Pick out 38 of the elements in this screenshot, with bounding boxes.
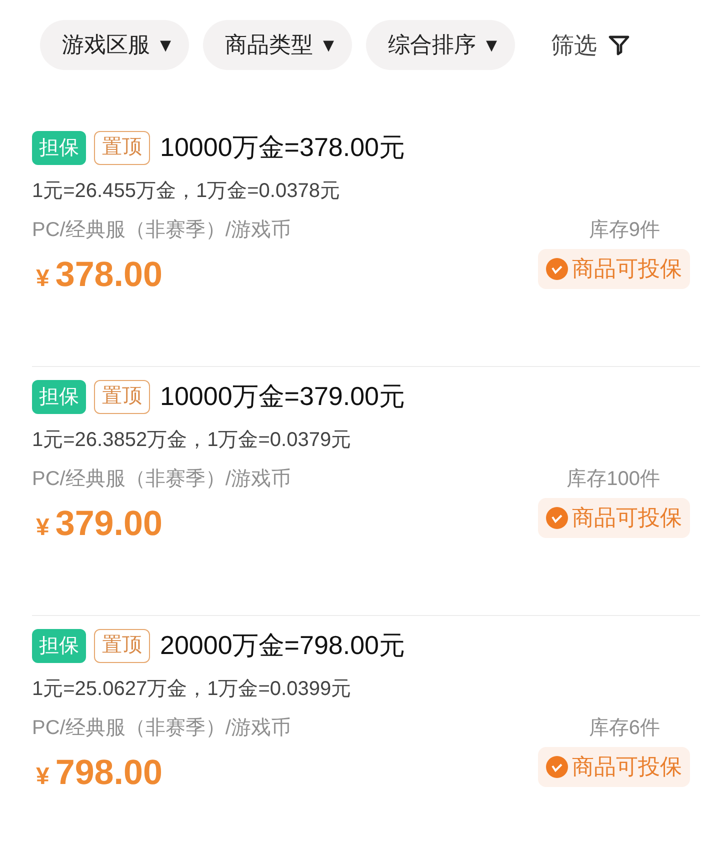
stock-count: 库存6件 <box>588 716 660 741</box>
caret-icon: ▾ <box>160 34 171 56</box>
check-icon <box>546 258 568 280</box>
currency-symbol: ¥ <box>36 265 50 293</box>
category-path: PC/经典服（非赛季）/游戏币 <box>32 716 291 741</box>
insurance-badge: 商品可投保 <box>538 249 690 289</box>
filter-button[interactable]: 筛选 <box>551 30 631 60</box>
price: 378.00 <box>55 255 162 295</box>
caret-icon: ▾ <box>486 34 497 56</box>
exchange-rate: 1元=26.455万金，1万金=0.0378元 <box>32 179 341 204</box>
pinned-tag: 置顶 <box>94 130 150 164</box>
pinned-tag: 置顶 <box>94 380 150 414</box>
check-icon <box>546 756 568 778</box>
check-icon <box>546 507 568 529</box>
exchange-rate: 1元=26.3852万金，1万金=0.0379元 <box>32 428 352 453</box>
category-path: PC/经典服（非赛季）/游戏币 <box>32 467 291 492</box>
exchange-rate: 1元=25.0627万金，1万金=0.0399元 <box>32 677 352 702</box>
listing-title: 10000万金=379.00元 <box>160 380 406 413</box>
stock-count: 库存100件 <box>566 467 660 492</box>
stock-count: 库存9件 <box>588 218 660 243</box>
guarantee-tag: 担保 <box>32 380 86 414</box>
category-path: PC/经典服（非赛季）/游戏币 <box>32 218 291 243</box>
funnel-icon <box>607 33 631 57</box>
guarantee-tag: 担保 <box>32 130 86 164</box>
insurance-badge: 商品可投保 <box>538 498 690 538</box>
price: 798.00 <box>55 753 162 793</box>
currency-symbol: ¥ <box>36 514 50 542</box>
listing-title: 20000万金=798.00元 <box>160 629 406 662</box>
pinned-tag: 置顶 <box>94 628 150 662</box>
filter-dropdown[interactable]: 商品类型 ▾ <box>203 20 352 70</box>
filter-dropdown[interactable]: 游戏区服 ▾ <box>40 20 189 70</box>
insurance-badge: 商品可投保 <box>538 747 690 787</box>
currency-symbol: ¥ <box>36 763 50 791</box>
filter-dropdown[interactable]: 综合排序 ▾ <box>366 20 515 70</box>
guarantee-tag: 担保 <box>32 628 86 662</box>
listing-title: 10000万金=378.00元 <box>160 131 406 164</box>
price: 379.00 <box>55 504 162 544</box>
caret-icon: ▾ <box>323 34 334 56</box>
